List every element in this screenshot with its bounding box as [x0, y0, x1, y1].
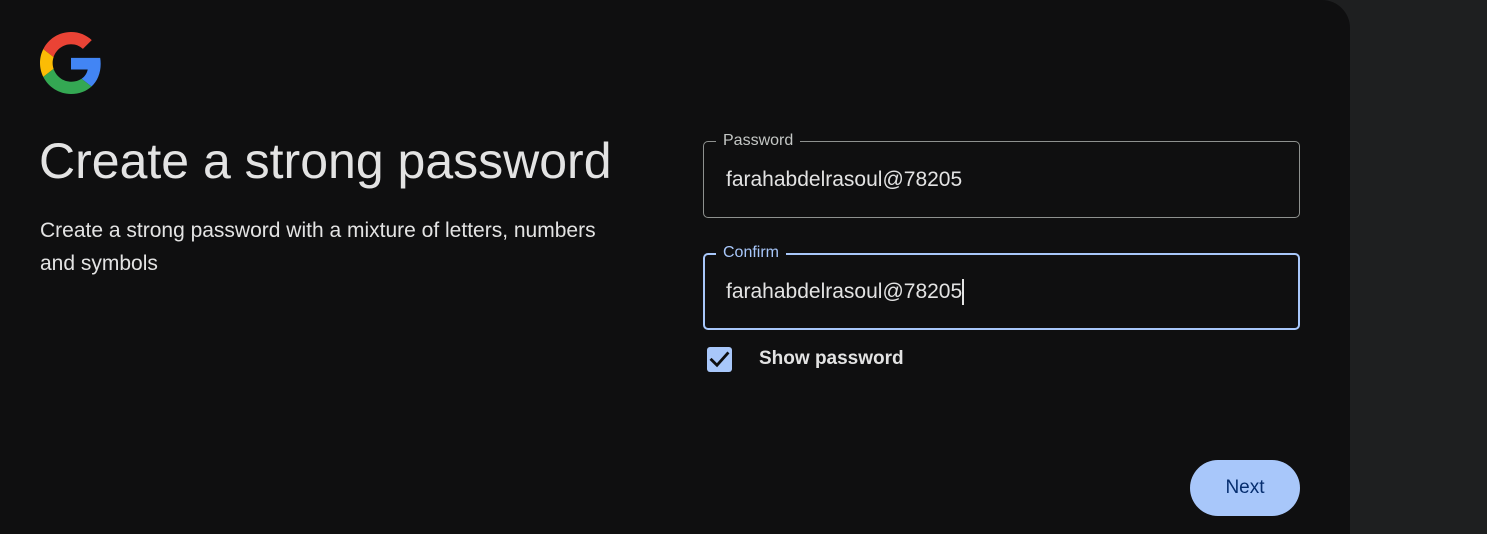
show-password-checkbox[interactable]: [707, 347, 732, 372]
password-field-value[interactable]: farahabdelrasoul@78205: [726, 167, 962, 193]
page-subtitle: Create a strong password with a mixture …: [40, 219, 596, 275]
text-caret: [962, 279, 965, 305]
checkmark-icon: [709, 351, 730, 368]
page-title: Create a strong password: [39, 133, 612, 189]
confirm-field-value-wrapper[interactable]: farahabdelrasoul@78205: [726, 279, 965, 305]
confirm-field-value: farahabdelrasoul@78205: [726, 280, 963, 303]
next-button[interactable]: Next: [1190, 460, 1300, 516]
password-field-label: Password: [716, 131, 801, 151]
confirm-field-label: Confirm: [716, 243, 787, 263]
confirm-password-field[interactable]: Confirm farahabdelrasoul@78205: [703, 243, 1300, 330]
password-field[interactable]: Password farahabdelrasoul@78205: [703, 131, 1300, 218]
show-password-label[interactable]: Show password: [759, 347, 904, 371]
signup-card: Create a strong password Create a strong…: [0, 0, 1350, 534]
google-logo-icon: [40, 32, 102, 94]
